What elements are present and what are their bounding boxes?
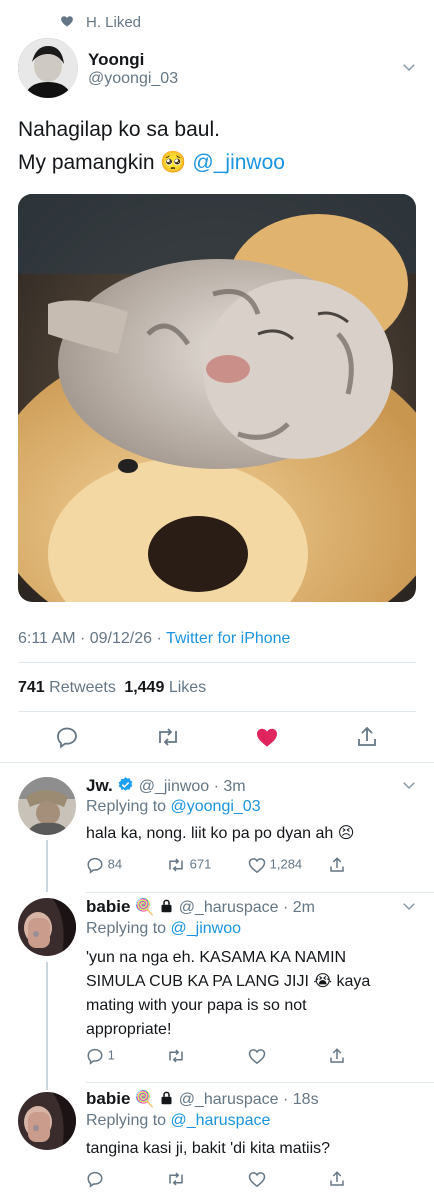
retweet-button[interactable]: [155, 725, 181, 749]
reply2-avatar[interactable]: [18, 898, 76, 956]
likes-count: 1,449: [124, 679, 165, 696]
reply1-retweet-button[interactable]: 671: [166, 856, 211, 874]
liked-heart-icon: [60, 14, 74, 28]
reply1-like-count: 1,284: [269, 856, 303, 872]
reply3-handle-time[interactable]: @_haruspace · 18s: [179, 1091, 319, 1108]
reply2-lollipop-emoji: 🍭: [134, 899, 155, 916]
reply1-reply-button[interactable]: 84: [86, 856, 122, 874]
tweet-text-line2: My pamangkin 🥺 @_jinwoo: [18, 151, 285, 175]
reply1-handle-time[interactable]: @_jinwoo · 3m: [139, 778, 246, 795]
reply1-retweet-count: 671: [189, 856, 212, 872]
reply1-share-button[interactable]: [328, 856, 346, 877]
tweet-photo[interactable]: [18, 194, 416, 602]
reply3-replying-to: Replying to @_haruspace: [86, 1112, 270, 1130]
reply2-text-line: appropriate!: [86, 1021, 172, 1038]
tweet-timestamp[interactable]: 6:11 AM · 09/12/26: [18, 630, 152, 647]
reply3-retweet-button[interactable]: [166, 1170, 186, 1191]
likes-stat[interactable]: 1,449 Likes: [124, 679, 206, 696]
tweet-emoji: 🥺: [160, 151, 187, 174]
reply1-reply-count: 84: [107, 856, 123, 872]
tweet-text-line1: Nahagilap ko sa baul.: [18, 118, 220, 141]
reply2-handle-time[interactable]: @_haruspace · 2m: [179, 899, 315, 916]
replying-to-link[interactable]: @_jinwoo: [171, 920, 242, 937]
reply2-text-line: mating with your papa is so not: [86, 997, 307, 1014]
retweets-count: 741: [18, 679, 45, 696]
tweet-meta: 6:11 AM · 09/12/26 · Twitter for iPhone: [18, 630, 290, 648]
reply1-actions: 84 671 1,284: [86, 856, 416, 876]
tweet-stats: 741 Retweets 1,449 Likes: [18, 679, 206, 697]
reply2-text-line: SIMULA CUB KA PA LANG JIJI 😭 kaya: [86, 973, 371, 990]
reply-button[interactable]: [55, 725, 79, 749]
reply2-like-button[interactable]: [248, 1047, 266, 1068]
replying-to-label: Replying to: [86, 1112, 167, 1129]
reply3-share-button[interactable]: [328, 1170, 346, 1191]
replying-to-link[interactable]: @yoongi_03: [171, 798, 261, 815]
reply2-reply-button[interactable]: 1: [86, 1047, 115, 1065]
main-author-handle[interactable]: @yoongi_03: [88, 70, 178, 88]
share-button[interactable]: [355, 725, 379, 749]
reply2-reply-count: 1: [107, 1047, 115, 1063]
reply1-chevron-down-icon[interactable]: [400, 776, 418, 794]
verified-badge-icon: [117, 776, 134, 798]
meta-separator: ·: [156, 630, 162, 647]
reply2-retweet-button[interactable]: [166, 1047, 186, 1068]
reply3-avatar[interactable]: [18, 1092, 76, 1150]
reply3-header: babie 🍭 @_haruspace · 18s: [86, 1089, 319, 1111]
lock-icon: [159, 898, 174, 919]
tweet-text-prefix: My pamangkin: [18, 151, 155, 174]
reply2-chevron-down-icon[interactable]: [400, 897, 418, 915]
reply3-like-button[interactable]: [248, 1170, 266, 1191]
reply2-text: 'yun na nga eh. KASAMA KA NAMIN SIMULA C…: [86, 946, 416, 1042]
reply2-header: babie 🍭 @_haruspace · 2m: [86, 897, 315, 919]
main-author-name[interactable]: Yoongi: [88, 50, 144, 70]
reply2-actions: 1: [86, 1047, 416, 1067]
reply2-share-button[interactable]: [328, 1047, 346, 1068]
reply1-name[interactable]: Jw.: [86, 776, 113, 795]
replying-to-link[interactable]: @_haruspace: [171, 1112, 271, 1129]
main-tweet-avatar[interactable]: [18, 38, 78, 98]
replying-to-label: Replying to: [86, 920, 167, 937]
reply3-lollipop-emoji: 🍭: [134, 1091, 155, 1108]
retweets-label: Retweets: [49, 679, 116, 696]
lock-icon: [159, 1090, 174, 1111]
reply1-header: Jw. @_jinwoo · 3m: [86, 776, 246, 798]
social-context-label: H. Liked: [86, 14, 142, 31]
reply2-replying-to: Replying to @_jinwoo: [86, 920, 241, 938]
likes-label: Likes: [168, 679, 207, 696]
reply3-reply-button[interactable]: [86, 1170, 104, 1191]
like-button[interactable]: [255, 725, 279, 749]
reply1-text: hala ka, nong. liit ko pa po dyan ah 😣: [86, 825, 355, 842]
reply1-avatar[interactable]: [18, 777, 76, 835]
reply3-actions: [86, 1170, 416, 1190]
reply3-name[interactable]: babie: [86, 1089, 130, 1108]
retweets-stat[interactable]: 741 Retweets: [18, 679, 120, 696]
tweet-mention-link[interactable]: @_jinwoo: [192, 151, 285, 174]
tweet-source-link[interactable]: Twitter for iPhone: [166, 630, 291, 647]
replying-to-label: Replying to: [86, 798, 167, 815]
chevron-down-icon[interactable]: [400, 58, 418, 76]
reply1-like-button[interactable]: 1,284: [248, 856, 302, 874]
reply1-replying-to: Replying to @yoongi_03: [86, 798, 261, 816]
reply2-text-line: 'yun na nga eh. KASAMA KA NAMIN: [86, 949, 347, 966]
reply3-text: tangina kasi ji, bakit 'di kita matiis?: [86, 1140, 331, 1157]
reply2-name[interactable]: babie: [86, 897, 130, 916]
